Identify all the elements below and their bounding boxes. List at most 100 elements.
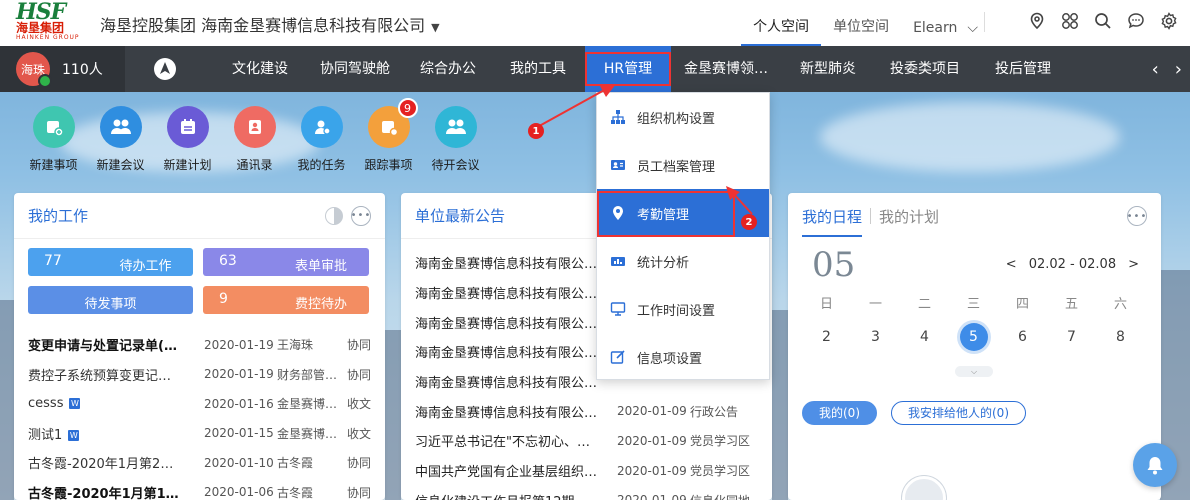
apps-icon[interactable]: [1059, 10, 1081, 32]
work-row-title[interactable]: 测试1 W: [28, 424, 204, 443]
work-row[interactable]: cesss W 2020-01-16 金垦赛博… 收文: [28, 389, 371, 419]
nav-item-investment[interactable]: 投委类项目: [875, 46, 975, 92]
hr-menu-item[interactable]: 组织机构设置: [597, 93, 769, 141]
notice-title[interactable]: 信息化建设工作月报第12期: [415, 491, 617, 500]
notice-row[interactable]: 海南金垦赛博信息科技有限公… 2020-01-09 行政公告: [415, 396, 758, 426]
work-tiles: 77 待办工作 63 表单审批 待发事项 9 费控待办: [28, 248, 371, 318]
notice-title[interactable]: 海南金垦赛博信息科技有限公…: [415, 372, 617, 391]
schedule-card: 我的日程 我的计划 ••• 05 < 02.02 - 02.08 > 日 一 二 三 四…: [788, 193, 1161, 500]
tab-my-schedule[interactable]: 我的日程: [802, 206, 863, 237]
date-cell[interactable]: 2: [802, 323, 851, 351]
hr-menu-item[interactable]: 考勤管理: [597, 189, 769, 237]
notice-title[interactable]: 海南金垦赛博信息科技有限公…: [415, 342, 617, 361]
company-logo[interactable]: HSF 海垦集团 HAINKEN GROUP: [16, 1, 92, 44]
nav-item-post-investment[interactable]: 投后管理: [975, 46, 1071, 92]
todo-tile[interactable]: 77 待办工作: [28, 248, 193, 276]
week-range: < 02.02 - 02.08 >: [1006, 257, 1139, 272]
notice-title[interactable]: 海南金垦赛博信息科技有限公…: [415, 313, 617, 332]
work-row-sender: 古冬霞: [276, 456, 313, 471]
notice-row[interactable]: 习近平总书记在"不忘初心、… 2020-01-09 党员学习区: [415, 426, 758, 456]
notice-title[interactable]: 海南金垦赛博信息科技有限公…: [415, 402, 617, 421]
quick-my-tasks[interactable]: 我的任务: [288, 106, 355, 173]
date-number: 7: [1067, 329, 1076, 345]
gear-icon[interactable]: [1158, 10, 1180, 32]
online-check-icon: [38, 74, 52, 88]
form-approval-tile[interactable]: 63 表单审批: [203, 248, 369, 276]
date-cell[interactable]: 3: [851, 323, 900, 351]
work-row-title[interactable]: 变更申请与处置记录单(…: [28, 335, 204, 354]
hr-menu-label: 员工档案管理: [637, 159, 716, 175]
chat-icon[interactable]: [1125, 10, 1147, 32]
nav-item-pneumonia[interactable]: 新型肺炎: [781, 46, 875, 92]
quick-pending-meetings[interactable]: 待开会议: [422, 106, 489, 173]
quick-contacts[interactable]: 通讯录: [221, 106, 288, 173]
company-switcher[interactable]: 海垦控股集团 海南金垦赛博信息科技有限公司 ▼: [100, 12, 440, 36]
notice-row[interactable]: 信息化建设工作月报第12期2020-01-09信息化园地: [415, 486, 758, 500]
hr-menu-item[interactable]: 统计分析: [597, 237, 769, 285]
quick-new-meeting[interactable]: 新建会议: [87, 106, 154, 173]
filter-assigned[interactable]: 我安排给他人的(0): [891, 401, 1026, 425]
quick-new-plan[interactable]: 新建计划: [154, 106, 221, 173]
chevron-down-icon: ⌵: [967, 20, 978, 36]
notice-date: 2020-01-09: [617, 463, 687, 478]
nav-item-hr[interactable]: HR管理: [585, 46, 671, 92]
date-cell[interactable]: 5: [949, 323, 998, 351]
work-row-title[interactable]: 古冬霞-2020年1月第2…: [28, 453, 204, 472]
location-icon[interactable]: [1026, 10, 1048, 32]
pending-send-tile[interactable]: 待发事项: [28, 286, 193, 314]
work-row[interactable]: 费控子系统预算变更记… 2020-01-19 财务部管… 协同: [28, 360, 371, 390]
notice-title[interactable]: 海南金垦赛博信息科技有限公…: [415, 253, 617, 272]
personal-space-link[interactable]: 个人空间: [741, 16, 822, 46]
notice-title[interactable]: 习近平总书记在"不忘初心、…: [415, 431, 617, 450]
search-icon[interactable]: [1092, 10, 1114, 32]
next-week-button[interactable]: >: [1128, 257, 1139, 272]
work-row-title[interactable]: 古冬霞-2020年1月第1…: [28, 483, 204, 500]
nav-item-cockpit[interactable]: 协同驾驶舱: [305, 46, 405, 92]
theme-toggle-icon[interactable]: [325, 206, 343, 225]
notice-title[interactable]: 海南金垦赛博信息科技有限公…: [415, 283, 617, 302]
prev-week-button[interactable]: <: [1006, 257, 1017, 272]
notice-row[interactable]: 中国共产党国有企业基层组织… 2020-01-09 党员学习区: [415, 456, 758, 486]
elearn-link[interactable]: Elearn ⌵: [901, 20, 990, 46]
more-icon[interactable]: •••: [1127, 206, 1147, 226]
quick-new-item[interactable]: 新建事项: [20, 106, 87, 173]
chevron-left-icon[interactable]: ‹: [1152, 59, 1159, 80]
word-doc-icon: W: [68, 429, 80, 441]
work-row-title[interactable]: 费控子系统预算变更记…: [28, 365, 204, 384]
hr-menu-item[interactable]: 工作时间设置: [597, 285, 769, 333]
chart-icon: [609, 252, 627, 270]
work-row[interactable]: 变更申请与处置记录单(… 2020-01-19 王海珠 协同: [28, 330, 371, 360]
more-icon[interactable]: •••: [351, 205, 371, 226]
work-row[interactable]: 古冬霞-2020年1月第1… 2020-01-06 古冬霞 协同: [28, 478, 371, 500]
work-row[interactable]: 古冬霞-2020年1月第2… 2020-01-10 古冬霞 协同: [28, 448, 371, 478]
date-cell[interactable]: 4: [900, 323, 949, 351]
weekday-label: 日: [819, 297, 833, 312]
nav-item-jinken[interactable]: 金垦赛博领…: [671, 46, 781, 92]
work-row-title[interactable]: cesss W: [28, 396, 204, 411]
quick-label: 我的任务: [297, 158, 346, 172]
expense-tile[interactable]: 9 费控待办: [203, 286, 369, 314]
tab-my-plan[interactable]: 我的计划: [879, 206, 939, 227]
bell-icon[interactable]: [1133, 443, 1177, 487]
notice-title[interactable]: 中国共产党国有企业基层组织…: [415, 461, 617, 480]
date-cell[interactable]: 7: [1047, 323, 1096, 351]
unit-space-link[interactable]: 单位空间: [821, 16, 901, 46]
meeting-icon: [434, 106, 477, 148]
work-row-type: 协同: [346, 367, 371, 382]
quick-tracking[interactable]: 9 跟踪事项: [355, 98, 422, 173]
work-row[interactable]: 测试1 W 2020-01-15 金垦赛博… 收文: [28, 419, 371, 449]
location-pin-icon: [609, 204, 627, 222]
compass-icon[interactable]: [153, 57, 177, 81]
chevron-right-icon[interactable]: ›: [1175, 59, 1182, 80]
hr-menu-item[interactable]: 信息项设置: [597, 333, 769, 381]
hr-menu-item[interactable]: 员工档案管理: [597, 141, 769, 189]
date-cell[interactable]: 6: [998, 323, 1047, 351]
avatar[interactable]: 海珠: [16, 52, 52, 88]
nav-item-tools[interactable]: 我的工具: [491, 46, 585, 92]
nav-item-office[interactable]: 综合办公: [405, 46, 491, 92]
expand-calendar-icon[interactable]: ⌵: [955, 366, 993, 377]
nav-item-culture[interactable]: 文化建设: [215, 46, 305, 92]
user-panel[interactable]: 海珠 110人: [0, 46, 125, 92]
date-cell[interactable]: 8: [1096, 323, 1145, 351]
filter-mine[interactable]: 我的(0): [802, 401, 877, 425]
